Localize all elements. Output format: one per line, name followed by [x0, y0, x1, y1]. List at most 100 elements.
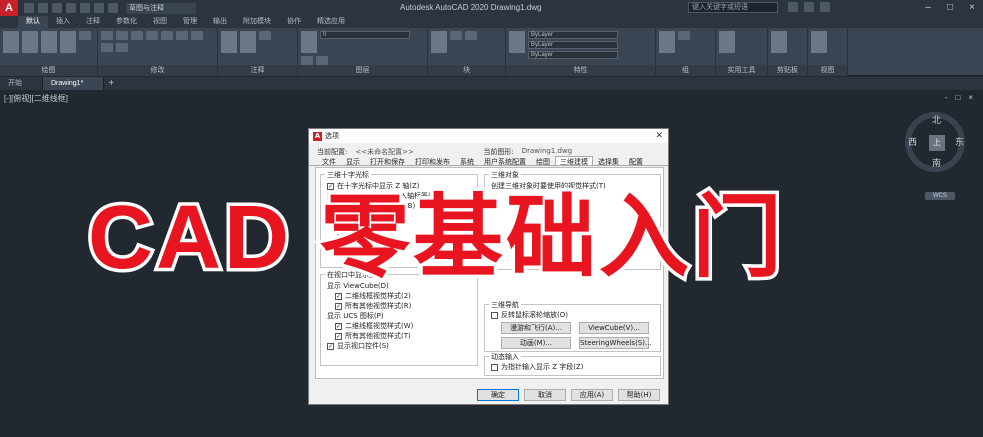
viewport-close-icon[interactable]: ×: [968, 93, 973, 102]
help-icon[interactable]: [820, 2, 830, 12]
option-row[interactable]: ✓ 二维线框视觉样式(W): [327, 321, 477, 331]
viewport-controls-label[interactable]: [-][俯视][二维线框]: [4, 93, 68, 104]
checkbox-checked[interactable]: ✓: [335, 322, 342, 330]
text-icon[interactable]: [221, 31, 237, 53]
animation-button[interactable]: 动画(M)...: [501, 337, 571, 349]
viewcube-settings-button[interactable]: ViewCube(V)...: [579, 322, 649, 334]
scale-icon[interactable]: [101, 43, 113, 52]
save-icon[interactable]: [52, 3, 62, 13]
line-icon[interactable]: [3, 31, 19, 53]
checkbox[interactable]: [491, 311, 498, 319]
maximize-button[interactable]: □: [943, 1, 957, 14]
ribbon-tab-home[interactable]: 默认: [18, 16, 48, 28]
rotate-icon[interactable]: [116, 31, 128, 40]
layer-tool-icon[interactable]: [316, 56, 328, 65]
checkbox-checked[interactable]: ✓: [335, 292, 342, 300]
trim-icon[interactable]: [131, 31, 143, 40]
dialog-tab-plot-publish[interactable]: 打印和发布: [410, 156, 455, 166]
paste-icon[interactable]: [771, 31, 787, 53]
undo-icon[interactable]: [94, 3, 104, 13]
file-tab-start[interactable]: 开始: [0, 77, 43, 90]
layer-combo[interactable]: 0: [320, 31, 410, 39]
checkbox[interactable]: [491, 363, 498, 371]
mirror-icon[interactable]: [161, 31, 173, 40]
layer-properties-icon[interactable]: [301, 31, 317, 53]
dialog-close-icon[interactable]: ✕: [655, 131, 663, 141]
ribbon-tab-featured[interactable]: 精选应用: [309, 16, 353, 28]
open-icon[interactable]: [38, 3, 48, 13]
steeringwheels-button[interactable]: SteeringWheels(S)...: [579, 337, 652, 349]
dialog-tab-profiles[interactable]: 配置: [624, 156, 648, 166]
dialog-tab-3d-modeling[interactable]: 三维建模: [555, 156, 593, 166]
dialog-tab-display[interactable]: 显示: [341, 156, 365, 166]
option-row[interactable]: 为指针输入显示 Z 字段(Z): [491, 362, 660, 372]
checkbox-checked[interactable]: ✓: [335, 332, 342, 340]
viewport-minimize-icon[interactable]: -: [945, 93, 948, 102]
sign-in-icon[interactable]: [788, 2, 798, 12]
fillet-icon[interactable]: [176, 31, 188, 40]
ribbon-tab-addins[interactable]: 附加模块: [235, 16, 279, 28]
measure-icon[interactable]: [719, 31, 735, 53]
autocad-logo-icon[interactable]: A: [0, 0, 18, 16]
rectangle-icon[interactable]: [79, 31, 91, 40]
move-icon[interactable]: [101, 31, 113, 40]
arc-icon[interactable]: [60, 31, 76, 53]
viewcube-east[interactable]: 东: [955, 135, 964, 148]
ribbon-tab-output[interactable]: 输出: [205, 16, 235, 28]
dialog-tab-drafting[interactable]: 绘图: [531, 156, 555, 166]
viewcube-west[interactable]: 西: [908, 135, 917, 148]
ribbon-tab-view[interactable]: 视图: [145, 16, 175, 28]
edit-block-icon[interactable]: [465, 31, 477, 40]
ribbon-tab-parametric[interactable]: 参数化: [108, 16, 145, 28]
viewport-restore-icon[interactable]: □: [955, 93, 960, 102]
option-row[interactable]: ✓ 所有其他视觉样式(T): [327, 331, 477, 341]
dialog-tab-files[interactable]: 文件: [317, 156, 341, 166]
ribbon-tab-insert[interactable]: 插入: [48, 16, 78, 28]
option-row[interactable]: ✓ 二维线框视觉样式(2): [327, 291, 477, 301]
option-row[interactable]: ✓ 所有其他视觉样式(R): [327, 301, 477, 311]
group-icon[interactable]: [659, 31, 675, 53]
workspace-selector[interactable]: 草图与注释: [126, 2, 196, 14]
match-properties-icon[interactable]: [509, 31, 525, 53]
polyline-icon[interactable]: [22, 31, 38, 53]
dialog-tab-selection[interactable]: 选择集: [593, 156, 624, 166]
layer-tool-icon[interactable]: [301, 56, 313, 65]
redo-icon[interactable]: [108, 3, 118, 13]
dialog-tab-open-save[interactable]: 打开和保存: [365, 156, 410, 166]
color-combo[interactable]: ByLayer: [528, 31, 618, 39]
viewcube[interactable]: 北 南 东 西 上: [905, 112, 965, 172]
help-button[interactable]: 帮助(H): [618, 389, 660, 401]
option-row[interactable]: ✓ 显示视口控件(S): [327, 341, 477, 351]
new-icon[interactable]: [24, 3, 34, 13]
leader-icon[interactable]: [259, 31, 271, 40]
ribbon-tab-annotate[interactable]: 注释: [78, 16, 108, 28]
walk-fly-button[interactable]: 漫游和飞行(A)...: [501, 322, 571, 334]
option-row[interactable]: 反转鼠标滚轮缩放(O): [491, 310, 660, 320]
lineweight-combo[interactable]: ByLayer: [528, 51, 618, 59]
new-tab-plus-icon[interactable]: +: [104, 77, 118, 90]
checkbox-checked[interactable]: ✓: [335, 302, 342, 310]
close-button[interactable]: ×: [965, 1, 979, 14]
wcs-menu[interactable]: WCS: [925, 192, 955, 200]
copy-icon[interactable]: [146, 31, 158, 40]
ribbon-tab-manage[interactable]: 管理: [175, 16, 205, 28]
viewcube-north[interactable]: 北: [932, 113, 941, 126]
array-icon[interactable]: [116, 43, 128, 52]
stretch-icon[interactable]: [191, 31, 203, 40]
print-icon[interactable]: [80, 3, 90, 13]
cancel-button[interactable]: 取消: [524, 389, 566, 401]
search-input[interactable]: 键入关键字或短语: [688, 2, 778, 13]
dialog-tab-system[interactable]: 系统: [455, 156, 479, 166]
viewcube-top-face[interactable]: 上: [929, 135, 945, 151]
file-tab-drawing1[interactable]: Drawing1*: [43, 77, 105, 90]
store-icon[interactable]: [804, 2, 814, 12]
minimize-button[interactable]: –: [921, 1, 935, 14]
circle-icon[interactable]: [41, 31, 57, 53]
ribbon-tab-collaborate[interactable]: 协作: [279, 16, 309, 28]
ok-button[interactable]: 确定: [477, 389, 519, 401]
dialog-tab-user-prefs[interactable]: 用户系统配置: [479, 156, 531, 166]
save-as-icon[interactable]: [66, 3, 76, 13]
create-block-icon[interactable]: [450, 31, 462, 40]
ungroup-icon[interactable]: [678, 31, 690, 40]
base-view-icon[interactable]: [811, 31, 827, 53]
